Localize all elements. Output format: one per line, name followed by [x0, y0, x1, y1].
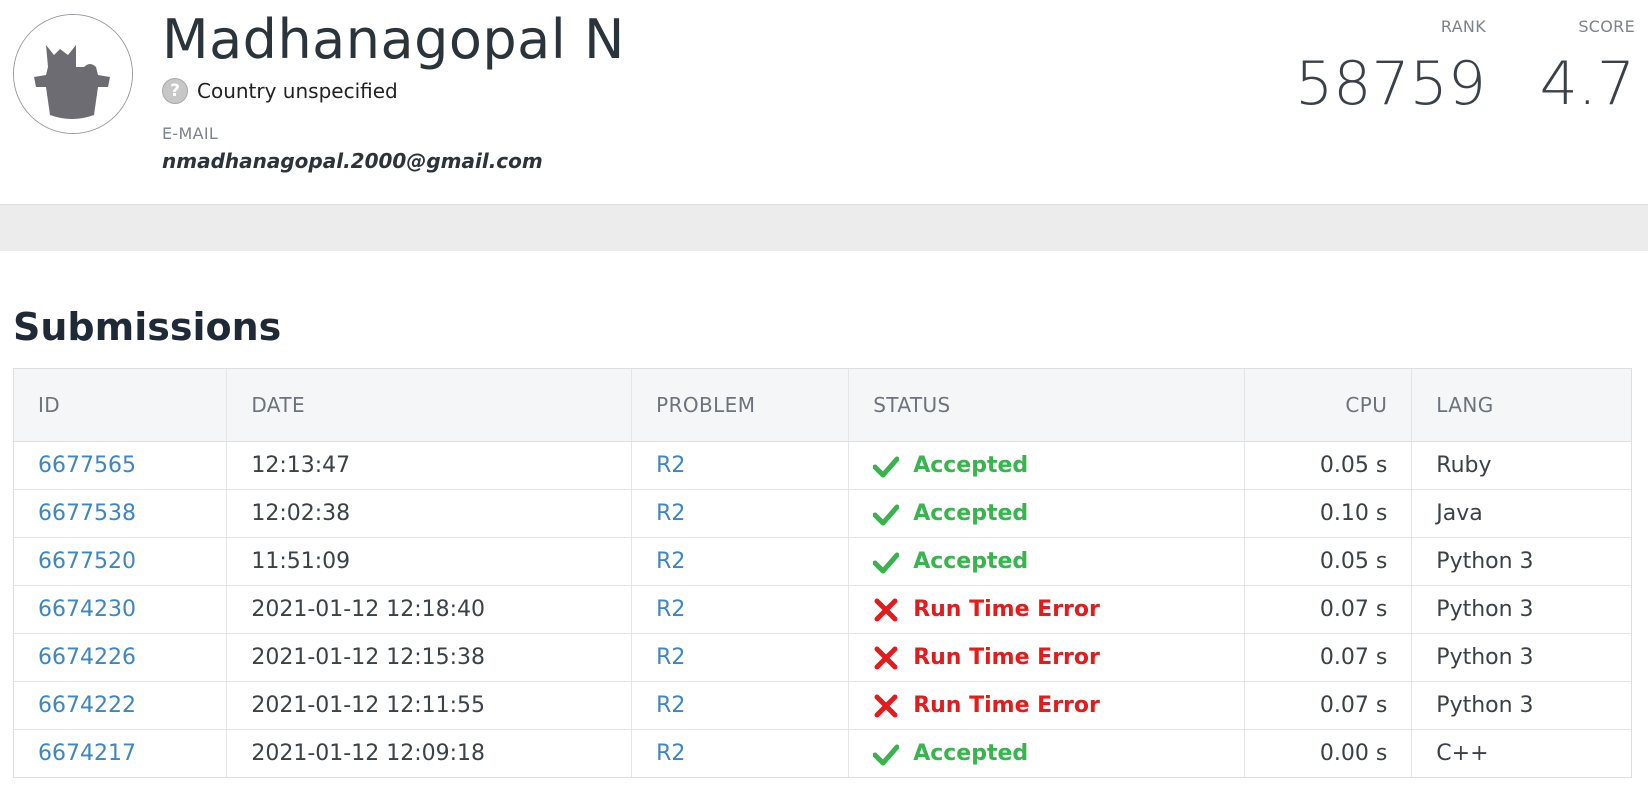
cpu-time: 0.00 s [1244, 729, 1413, 777]
language: Java [1411, 489, 1631, 538]
table-row: 6674226 2021-01-12 12:15:38 R2 Run Time Err… [14, 633, 1631, 682]
section-divider [0, 204, 1648, 251]
submission-date: 2021-01-12 12:11:55 [226, 681, 633, 730]
cross-icon [874, 598, 898, 621]
table-row: 6677538 12:02:38 R2 Accepted 0.10 s Java [14, 489, 1631, 538]
cpu-time: 0.10 s [1244, 489, 1413, 538]
submission-id-link[interactable]: 6674226 [38, 645, 136, 670]
email-value: nmadhanagopal.2000@gmail.com [162, 149, 543, 173]
status-cell: Accepted [873, 501, 1219, 527]
column-header-status[interactable]: STATUS [848, 369, 1245, 442]
problem-link[interactable]: R2 [656, 501, 685, 526]
language: Ruby [1411, 441, 1631, 490]
problem-link[interactable]: R2 [656, 693, 685, 718]
score-stat: SCORE 4.7 [1540, 17, 1635, 114]
problem-link[interactable]: R2 [656, 597, 685, 622]
status-cell: Accepted [873, 453, 1219, 479]
table-row: 6674230 2021-01-12 12:18:40 R2 Run Time Err… [14, 585, 1631, 634]
status-text: Run Time Error [913, 645, 1100, 670]
submission-id-link[interactable]: 6677538 [38, 501, 136, 526]
cpu-time: 0.07 s [1244, 633, 1413, 682]
column-header-date[interactable]: DATE [226, 369, 633, 442]
status-cell: Accepted [873, 741, 1219, 767]
rank-stat: RANK 58759 [1295, 17, 1486, 114]
submission-id-link[interactable]: 6677520 [38, 549, 136, 574]
checkmark-icon [873, 744, 900, 765]
profile-name: Madhanagopal N [162, 8, 625, 71]
cpu-time: 0.07 s [1244, 681, 1413, 730]
submissions-title: Submissions [13, 305, 282, 349]
checkmark-icon [873, 552, 900, 573]
status-text: Accepted [913, 501, 1029, 526]
submission-id-link[interactable]: 6674230 [38, 597, 136, 622]
score-value: 4.7 [1539, 49, 1635, 119]
table-row: 6674217 2021-01-12 12:09:18 R2 Accepted 0.00… [14, 729, 1631, 777]
status-text: Run Time Error [913, 693, 1100, 718]
status-text: Run Time Error [913, 597, 1100, 622]
status-cell: Run Time Error [873, 693, 1219, 719]
checkmark-icon [873, 504, 900, 525]
submission-id-link[interactable]: 6674217 [38, 741, 136, 766]
table-row: 6674222 2021-01-12 12:11:55 R2 Run Time Err… [14, 681, 1631, 730]
language: Python 3 [1411, 537, 1631, 586]
country-label: Country unspecified [197, 79, 398, 103]
submission-date: 11:51:09 [226, 537, 633, 586]
problem-link[interactable]: R2 [656, 453, 685, 478]
status-text: Accepted [913, 453, 1029, 478]
submissions-table: ID DATE PROBLEM STATUS CPU LANG 6677565 1… [13, 368, 1632, 778]
submission-date: 2021-01-12 12:18:40 [226, 585, 633, 634]
column-header-id[interactable]: ID [14, 369, 228, 442]
submission-date: 12:13:47 [226, 441, 633, 490]
checkmark-icon [873, 456, 900, 477]
score-label: SCORE [1578, 17, 1635, 36]
submission-date: 2021-01-12 12:09:18 [226, 729, 633, 777]
status-text: Accepted [913, 549, 1029, 574]
language: Python 3 [1411, 585, 1631, 634]
submission-id-link[interactable]: 6677565 [38, 453, 136, 478]
status-cell: Run Time Error [873, 645, 1219, 671]
language: Python 3 [1411, 681, 1631, 730]
cross-icon [874, 646, 898, 669]
column-header-cpu[interactable]: CPU [1244, 369, 1413, 442]
table-row: 6677520 11:51:09 R2 Accepted 0.05 s Python 3 [14, 537, 1631, 586]
submission-date: 12:02:38 [226, 489, 633, 538]
cross-icon [874, 694, 898, 717]
status-text: Accepted [913, 741, 1029, 766]
problem-link[interactable]: R2 [656, 549, 685, 574]
status-cell: Run Time Error [873, 597, 1219, 623]
submission-id-link[interactable]: 6674222 [38, 693, 136, 718]
rank-value: 58759 [1295, 49, 1486, 119]
language: Python 3 [1411, 633, 1631, 682]
status-cell: Accepted [873, 549, 1219, 575]
email-label: E-MAIL [162, 124, 219, 143]
column-header-lang[interactable]: LANG [1411, 369, 1631, 442]
avatar [13, 14, 133, 134]
problem-link[interactable]: R2 [656, 741, 685, 766]
cpu-time: 0.07 s [1244, 585, 1413, 634]
question-mark-icon: ? [162, 78, 188, 104]
table-header-row: ID DATE PROBLEM STATUS CPU LANG [14, 369, 1631, 442]
cpu-time: 0.05 s [1244, 537, 1413, 586]
cat-avatar-icon [14, 15, 132, 133]
cpu-time: 0.05 s [1244, 441, 1413, 490]
submission-date: 2021-01-12 12:15:38 [226, 633, 633, 682]
table-row: 6677565 12:13:47 R2 Accepted 0.05 s Ruby [14, 441, 1631, 490]
rank-label: RANK [1440, 17, 1486, 36]
problem-link[interactable]: R2 [656, 645, 685, 670]
column-header-problem[interactable]: PROBLEM [631, 369, 850, 442]
country-info: ? Country unspecified [162, 76, 398, 106]
profile-header: Madhanagopal N ? Country unspecified E-M… [0, 0, 1648, 204]
language: C++ [1436, 741, 1489, 766]
